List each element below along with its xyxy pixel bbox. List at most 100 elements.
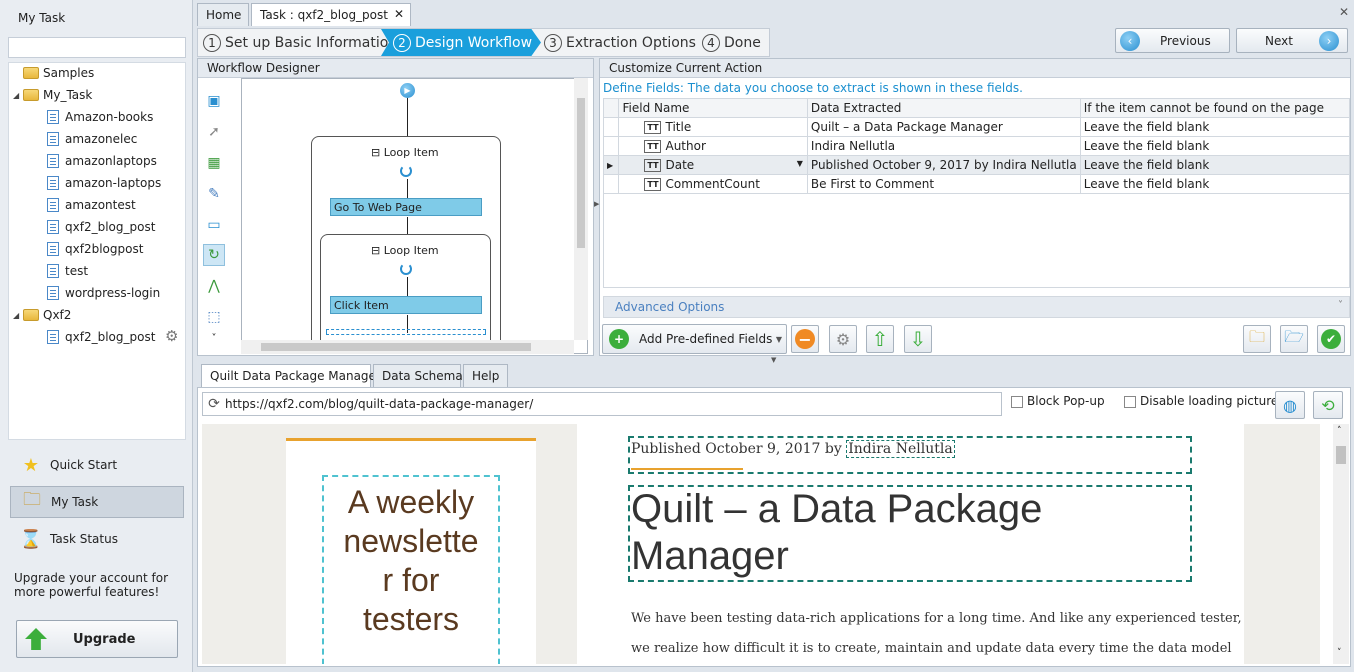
sidebar: My Task Samples ◢ My_Task Amazon-books am… [0, 0, 193, 672]
expand-arrow-icon[interactable]: ◢ [13, 311, 23, 320]
tree-item-task[interactable]: test [47, 261, 88, 281]
table-row[interactable]: TT Title Quilt – a Data Package Manager L… [602, 117, 1351, 137]
previous-button[interactable]: ‹ Previous [1115, 28, 1230, 53]
step-basic-info[interactable]: 1 Set up Basic Information [203, 29, 397, 56]
go-button[interactable]: ◍ [1275, 391, 1305, 419]
scrollbar-thumb[interactable] [577, 98, 585, 248]
tab-home[interactable]: Home [197, 3, 249, 26]
mouse-over-icon[interactable]: ⬚ [203, 306, 225, 328]
wizard-steps: 1 Set up Basic Information 2 Design Workfl… [197, 28, 770, 57]
disable-pictures-checkbox[interactable]: Disable loading pictures [1124, 394, 1285, 408]
vertical-scrollbar[interactable] [574, 78, 588, 340]
remove-field-button[interactable]: − [791, 325, 819, 353]
branch-icon[interactable]: ⋀ [203, 275, 225, 297]
loop-icon [400, 263, 412, 275]
tree-item-task[interactable]: qxf2blogpost [47, 239, 143, 259]
post-title[interactable]: Quilt – a Data Package Manager [631, 486, 1131, 580]
web-page-view[interactable]: A weekly newslette r for testers Published … [202, 424, 1333, 664]
step-done[interactable]: 4 Done [702, 29, 761, 56]
post-meta[interactable]: Published October 9, 2017 by Indira Nell… [631, 440, 955, 458]
move-up-button[interactable]: ⇧ [866, 325, 894, 353]
field-settings-button[interactable]: ⚙ [829, 325, 857, 353]
close-icon[interactable]: ✕ [1339, 5, 1349, 19]
table-row[interactable]: TT CommentCount Be First to Comment Leave… [602, 174, 1351, 194]
advanced-options-toggle[interactable]: Advanced Options ˅ [603, 296, 1350, 318]
table-icon[interactable]: ▦ [203, 152, 225, 174]
next-button[interactable]: Next › [1236, 28, 1348, 53]
tree-item-samples[interactable]: Samples [13, 63, 94, 83]
tree-item-task[interactable]: qxf2_blog_post [47, 327, 155, 347]
scroll-up-icon[interactable]: ˄ [1337, 426, 1342, 436]
globe-icon: ◍ [1283, 395, 1297, 415]
import-button[interactable]: 🗁 [1280, 325, 1308, 353]
step-design-workflow[interactable]: 2 Design Workflow [381, 29, 541, 56]
tab-task[interactable]: Task : qxf2_blog_post ✕ [251, 3, 411, 26]
column-header[interactable]: If the item cannot be found on the page [1079, 98, 1351, 118]
chevron-down-icon[interactable]: ˅ [203, 331, 225, 345]
reload-button[interactable]: ⟲ [1313, 391, 1343, 419]
refresh-icon[interactable]: ⟳ [203, 396, 225, 412]
url-text[interactable]: https://qxf2.com/blog/quilt-data-package… [225, 397, 533, 411]
step-extraction-options[interactable]: 3 Extraction Options [544, 29, 696, 56]
page-scrollbar[interactable]: ˄ ˅ [1333, 424, 1349, 664]
upgrade-button[interactable]: Upgrade [16, 620, 178, 658]
my-task-button[interactable]: 🗀 My Task [10, 486, 184, 518]
folder-icon [23, 67, 39, 79]
tab-data-schema[interactable]: Data Schema [373, 364, 463, 387]
tree-item-task[interactable]: amazon-laptops [47, 173, 161, 193]
tree-item-task[interactable]: amazonelec [47, 129, 137, 149]
selected-action[interactable] [326, 329, 486, 335]
add-action-icon[interactable]: ▣ [203, 90, 225, 112]
column-header[interactable]: Data Extracted [806, 98, 1081, 118]
scrollbar-thumb[interactable] [1336, 446, 1346, 464]
arrow-down-icon: ⇩ [909, 327, 927, 351]
edit-icon[interactable]: ✎ [203, 183, 225, 205]
splitter-arrow-icon[interactable]: ▶ [594, 200, 599, 208]
start-icon[interactable]: ▶ [400, 83, 415, 98]
expand-arrow-icon[interactable]: ◢ [13, 91, 23, 100]
tree-item-my-task[interactable]: ◢ My_Task [13, 85, 92, 105]
tree-item-task[interactable]: Amazon-books [47, 107, 153, 127]
quick-start-button[interactable]: ★ Quick Start [10, 449, 184, 481]
scroll-down-icon[interactable]: ˅ [1337, 648, 1342, 658]
column-header[interactable]: Field Name [618, 98, 808, 118]
table-row[interactable]: TT Author Indira Nellutla Leave the field… [602, 136, 1351, 156]
gear-icon[interactable]: ⚙ [165, 327, 178, 345]
task-search-input[interactable] [8, 37, 186, 58]
newsletter-text[interactable]: A weekly newslette r for testers [322, 475, 500, 664]
author-link[interactable]: Indira Nellutla [846, 440, 955, 458]
block-popup-checkbox[interactable]: Block Pop-up [1011, 394, 1105, 408]
tree-item-task[interactable]: wordpress-login [47, 283, 160, 303]
go-to-web-page-action[interactable]: Go To Web Page [330, 198, 482, 216]
horizontal-scrollbar[interactable] [241, 340, 574, 354]
tab-browser-page[interactable]: Quilt Data Package Manager [201, 364, 381, 388]
workflow-canvas[interactable]: ▶ ⊟ Loop Item Go To Web Page ⊟ Loop Item… [241, 78, 588, 354]
tree-item-task[interactable]: amazonlaptops [47, 151, 157, 171]
close-tab-icon[interactable]: ✕ [394, 7, 404, 21]
tree-item-task[interactable]: amazontest [47, 195, 136, 215]
tree-item-task[interactable]: qxf2_blog_post [47, 217, 155, 237]
dropdown-arrow-icon[interactable]: ▼ [797, 159, 803, 168]
connector [407, 277, 408, 297]
ok-button[interactable]: ✔ [1317, 325, 1345, 353]
tree-item-qxf2[interactable]: ◢ Qxf2 [13, 305, 71, 325]
minus-icon: − [795, 329, 815, 349]
click-item-action[interactable]: Click Item [330, 296, 482, 314]
export-button[interactable]: 🗀 [1243, 325, 1271, 353]
tab-help[interactable]: Help [463, 364, 508, 387]
task-file-icon [47, 132, 59, 146]
task-status-button[interactable]: ⌛ Task Status [10, 523, 184, 555]
splitter-arrow-icon[interactable]: ▼ [771, 356, 776, 364]
pointer-icon[interactable]: ➚ [203, 121, 225, 143]
scrollbar-thumb[interactable] [261, 343, 531, 351]
add-predefined-fields-button[interactable]: + Add Pre-defined Fields ▼ [602, 324, 787, 354]
dropdown-arrow-icon[interactable]: ▼ [776, 335, 782, 344]
url-bar[interactable]: ⟳ https://qxf2.com/blog/quilt-data-packa… [202, 392, 1002, 416]
move-down-button[interactable]: ⇩ [904, 325, 932, 353]
task-tree: Samples ◢ My_Task Amazon-books amazonelec… [8, 62, 186, 440]
table-row-selected[interactable]: ▶ TT Date ▼ Published October 9, 2017 by I… [602, 155, 1351, 175]
loop-icon[interactable]: ↻ [203, 244, 225, 266]
dropdown-icon[interactable]: ▭ [203, 214, 225, 236]
task-file-icon [47, 110, 59, 124]
folder-icon: 🗀 [1248, 326, 1265, 346]
